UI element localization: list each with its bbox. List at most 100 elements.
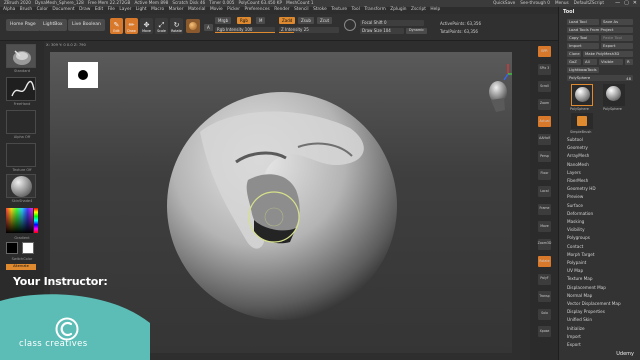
- menu-stroke[interactable]: Stroke: [313, 8, 327, 13]
- tool-palette-header[interactable]: Tool: [559, 7, 640, 17]
- shelf-move-button[interactable]: Move: [538, 221, 551, 232]
- live-boolean-button[interactable]: Live Boolean: [68, 19, 105, 31]
- tool-section-contact[interactable]: Contact: [567, 244, 583, 249]
- menu-tool[interactable]: Tool: [352, 8, 360, 13]
- polysphere-thumbnail-active[interactable]: [571, 84, 593, 106]
- tool-section-polygroups[interactable]: Polygroups: [567, 235, 590, 240]
- tool-section-subtool[interactable]: Subtool: [567, 137, 583, 142]
- tool-section-uv-map[interactable]: UV Map: [567, 268, 583, 273]
- visible-button[interactable]: Visible: [599, 59, 623, 65]
- menu-macro[interactable]: Macro: [151, 8, 164, 13]
- shelf-polyf-button[interactable]: PolyF: [538, 273, 551, 285]
- tool-section-deformation[interactable]: Deformation: [567, 211, 593, 216]
- rgb-toggle[interactable]: Rgb: [237, 17, 251, 24]
- zcut-toggle[interactable]: Zcut: [317, 17, 333, 24]
- m-toggle[interactable]: M: [256, 17, 266, 24]
- menu-help[interactable]: Help: [430, 8, 440, 13]
- menu-render[interactable]: Render: [274, 8, 289, 13]
- make-polymesh-button[interactable]: Make PolyMesh3D: [583, 51, 633, 57]
- material-thumbnail[interactable]: [6, 174, 36, 198]
- menu-zscript[interactable]: Zscript: [411, 8, 426, 13]
- tool-section-surface[interactable]: Surface: [567, 203, 583, 208]
- z-intensity-slider[interactable]: Z Intensity 25: [279, 27, 339, 33]
- menu-document[interactable]: Document: [52, 8, 74, 13]
- all-button[interactable]: All: [583, 59, 597, 65]
- tool-section-normal-map[interactable]: Normal Map: [567, 293, 592, 298]
- dynamic-toggle[interactable]: Dynamic: [406, 28, 427, 34]
- menu-light[interactable]: Light: [136, 8, 147, 13]
- rotate-tool-button[interactable]: ↻ Rotate: [170, 18, 183, 34]
- menu-alpha[interactable]: Alpha: [3, 8, 15, 13]
- menu-picker[interactable]: Picker: [227, 8, 240, 13]
- menu-texture[interactable]: Texture: [331, 8, 347, 13]
- shelf-solo-button[interactable]: Solo: [538, 308, 551, 320]
- shelf-zoom-button[interactable]: Zoom: [538, 98, 551, 110]
- lightbox-button[interactable]: LightBox: [39, 19, 67, 31]
- menu-edit[interactable]: Edit: [95, 8, 103, 13]
- alpha-thumbnail[interactable]: [6, 110, 36, 134]
- tool-section-fibermesh[interactable]: FiberMesh: [567, 178, 588, 183]
- hue-strip[interactable]: [34, 208, 38, 233]
- menu-transform[interactable]: Transform: [364, 8, 385, 13]
- mrgb-toggle[interactable]: Mrgb: [215, 17, 232, 24]
- polysphere-slider[interactable]: PolySphere 48: [567, 75, 633, 81]
- menu-movie[interactable]: Movie: [210, 8, 223, 13]
- tool-section-visibility[interactable]: Visibility: [567, 227, 585, 232]
- menu-preferences[interactable]: Preferences: [244, 8, 269, 13]
- menu-material[interactable]: Material: [188, 8, 205, 13]
- maximize-icon[interactable]: ▢: [624, 0, 629, 6]
- shelf-bpr-button[interactable]: BPR: [538, 46, 551, 57]
- alternate-button[interactable]: Alternate: [6, 264, 36, 270]
- simplebrush-thumbnail[interactable]: [571, 113, 593, 129]
- shelf-aahalf-button[interactable]: AAHalf: [538, 133, 551, 145]
- shelf-actual-button[interactable]: Actual: [538, 116, 551, 127]
- switch-color-button[interactable]: SwitchColor: [0, 257, 44, 261]
- tool-section-vector-displacement-map[interactable]: Vector Displacement Map: [567, 301, 621, 306]
- quicksave-button[interactable]: QuickSave: [493, 0, 515, 5]
- load-tool-button[interactable]: Load Tool: [567, 19, 599, 25]
- copy-tool-button[interactable]: Copy Tool: [567, 35, 599, 41]
- scale-tool-button[interactable]: ⤢ Scale: [155, 18, 168, 34]
- lightbox-tools-button[interactable]: Lightbox▸Tools: [567, 67, 599, 73]
- clone-button[interactable]: Clone: [567, 51, 581, 57]
- tool-section-arraymesh[interactable]: ArrayMesh: [567, 153, 589, 158]
- shelf-floor-button[interactable]: Floor: [538, 168, 551, 180]
- focal-shift-slider[interactable]: Focal Shift 0: [360, 20, 424, 26]
- shelf-zoom3d-button[interactable]: Zoom3D: [538, 238, 551, 250]
- see-through-slider[interactable]: See-through 0: [520, 0, 550, 5]
- draw-tool-button[interactable]: ✏ Draw: [125, 18, 138, 34]
- navigation-head-icon[interactable]: [489, 64, 512, 112]
- menu-draw[interactable]: Draw: [79, 8, 90, 13]
- tool-section-import[interactable]: Import: [567, 334, 581, 339]
- minimize-icon[interactable]: —: [615, 0, 620, 6]
- brush-size-icon[interactable]: [344, 19, 356, 31]
- stroke-thumbnail[interactable]: [6, 77, 36, 101]
- tool-section-layers[interactable]: Layers: [567, 170, 581, 175]
- tool-section-masking[interactable]: Masking: [567, 219, 584, 224]
- shelf-local-button[interactable]: Local: [538, 186, 551, 197]
- tool-section-initialize[interactable]: Initialize: [567, 326, 585, 331]
- shelf-frame-button[interactable]: Frame: [538, 203, 551, 215]
- save-as-button[interactable]: Save As: [601, 19, 633, 25]
- tool-section-nanomesh[interactable]: NanoMesh: [567, 162, 589, 167]
- draw-size-slider[interactable]: Draw Size 104: [360, 28, 404, 34]
- close-icon[interactable]: ✕: [633, 0, 637, 6]
- menu-brush[interactable]: Brush: [20, 8, 32, 13]
- shelf-scroll-button[interactable]: Scroll: [538, 81, 551, 92]
- secondary-color-swatch[interactable]: [22, 242, 34, 254]
- zsub-toggle[interactable]: Zsub: [298, 17, 314, 24]
- edit-tool-button[interactable]: ✎ Edit: [110, 18, 123, 34]
- menu-color[interactable]: Color: [37, 8, 48, 13]
- tool-section-preview[interactable]: Preview: [567, 194, 583, 199]
- menu-marker[interactable]: Marker: [169, 8, 184, 13]
- import-button[interactable]: Import: [567, 43, 599, 49]
- load-tools-from-project-button[interactable]: Load Tools From Project: [567, 27, 633, 33]
- polysphere-thumbnail[interactable]: [603, 84, 625, 106]
- tool-section-unified-skin[interactable]: Unified Skin: [567, 317, 592, 322]
- rgb-intensity-slider[interactable]: Rgb Intensity 100: [215, 27, 275, 33]
- zadd-toggle[interactable]: Zadd: [279, 17, 296, 24]
- tool-section-morph-target[interactable]: Morph Target: [567, 252, 595, 257]
- tool-section-geometry[interactable]: Geometry: [567, 145, 588, 150]
- shelf-persp-button[interactable]: Persp: [538, 151, 551, 162]
- brush-thumbnail[interactable]: [6, 44, 36, 68]
